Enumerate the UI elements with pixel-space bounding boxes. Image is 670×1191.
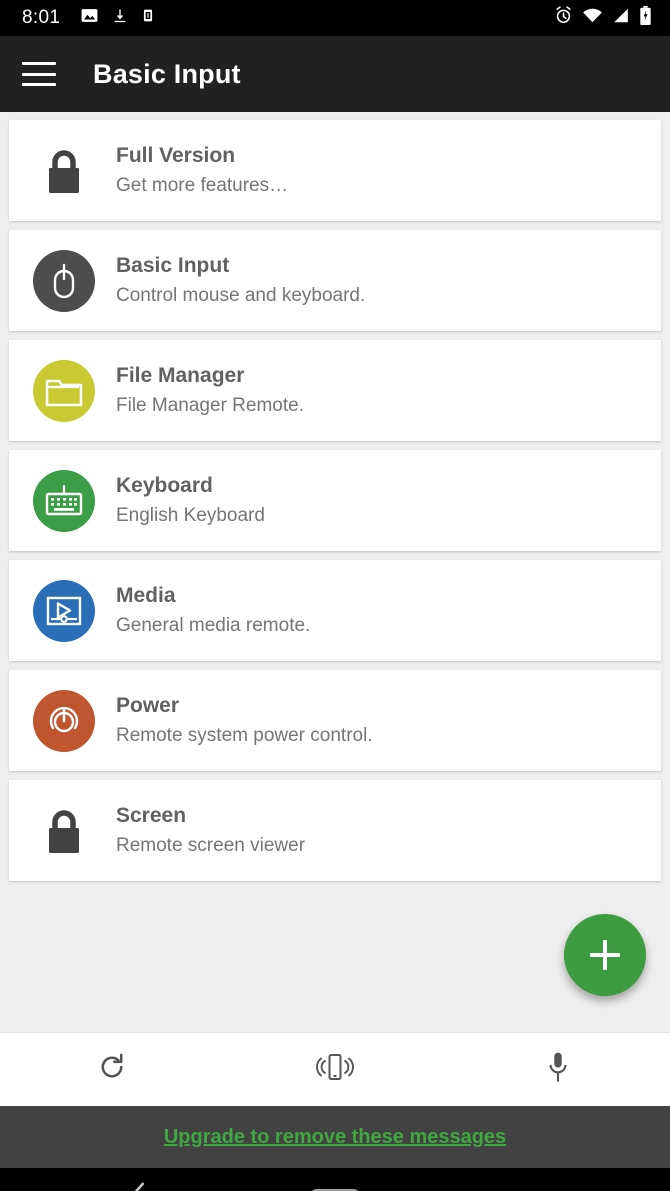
keyboard-icon xyxy=(33,469,95,532)
status-bar: 8:01 xyxy=(0,0,670,36)
refresh-button[interactable] xyxy=(0,1052,223,1087)
icon-slot xyxy=(31,578,97,644)
refresh-icon xyxy=(97,1052,127,1087)
list-item[interactable]: Basic Input Control mouse and keyboard. xyxy=(9,230,661,331)
list-item-subtitle: Remote screen viewer xyxy=(116,835,306,857)
list-item-subtitle: Remote system power control. xyxy=(116,725,373,747)
folder-icon xyxy=(33,359,95,422)
bottom-toolbar xyxy=(0,1032,670,1106)
icon-slot xyxy=(31,358,97,424)
app-bar: Basic Input xyxy=(0,36,670,112)
upgrade-banner: Upgrade to remove these messages xyxy=(0,1106,670,1168)
list-item-text: Power Remote system power control. xyxy=(116,693,373,748)
system-nav-bar xyxy=(0,1168,670,1191)
list-item-title: Keyboard xyxy=(116,474,213,497)
lock-icon xyxy=(31,798,97,864)
list-item-title: Power xyxy=(116,694,180,717)
image-icon xyxy=(80,6,99,30)
list-item[interactable]: Power Remote system power control. xyxy=(9,670,661,771)
icon-slot xyxy=(31,248,97,314)
icon-slot xyxy=(31,688,97,754)
microphone-icon xyxy=(545,1051,571,1088)
phone-screen: 8:01 Basic Input Full Version Get more f… xyxy=(0,0,670,1191)
list-item[interactable]: Media General media remote. xyxy=(9,560,661,661)
list-item-text: Media General media remote. xyxy=(116,583,310,638)
upgrade-link[interactable]: Upgrade to remove these messages xyxy=(164,1126,506,1149)
sim-card-icon xyxy=(141,6,155,30)
list-item-text: File Manager File Manager Remote. xyxy=(116,363,304,418)
media-player-icon xyxy=(33,579,95,642)
card-list: Full Version Get more features… Basic In… xyxy=(0,112,670,1032)
add-fab-button[interactable] xyxy=(564,914,646,996)
list-item-subtitle: English Keyboard xyxy=(116,505,265,527)
list-item-title: Screen xyxy=(116,804,187,827)
voice-input-button[interactable] xyxy=(447,1051,670,1088)
vibrate-device-button[interactable] xyxy=(223,1052,446,1087)
hamburger-menu-icon[interactable] xyxy=(22,62,56,86)
list-item-subtitle: Get more features… xyxy=(116,175,289,197)
list-item[interactable]: File Manager File Manager Remote. xyxy=(9,340,661,441)
list-item-title: Basic Input xyxy=(116,254,230,277)
list-item-text: Keyboard English Keyboard xyxy=(116,473,265,528)
list-item-subtitle: General media remote. xyxy=(116,615,311,637)
list-item-title: Media xyxy=(116,584,176,607)
battery-charging-icon xyxy=(639,6,652,30)
list-item-title: Full Version xyxy=(116,144,236,167)
status-bar-left-icons xyxy=(80,6,155,30)
icon-slot xyxy=(31,468,97,534)
lock-icon xyxy=(31,138,97,204)
mouse-icon xyxy=(33,249,95,312)
page-title: Basic Input xyxy=(93,58,241,89)
alarm-icon xyxy=(554,6,573,30)
plus-icon-bar xyxy=(590,953,620,957)
power-icon xyxy=(33,689,95,752)
list-item-subtitle: Control mouse and keyboard. xyxy=(116,285,366,307)
list-item-title: File Manager xyxy=(116,364,245,387)
list-item-text: Full Version Get more features… xyxy=(116,143,288,198)
status-bar-clock: 8:01 xyxy=(22,7,61,28)
cellular-signal-icon xyxy=(612,7,630,29)
list-item-subtitle: File Manager Remote. xyxy=(116,395,304,417)
list-item[interactable]: Full Version Get more features… xyxy=(9,120,661,221)
list-item-text: Screen Remote screen viewer xyxy=(116,803,305,858)
vibrate-device-icon xyxy=(314,1052,356,1087)
wifi-icon xyxy=(582,7,603,29)
list-item-text: Basic Input Control mouse and keyboard. xyxy=(116,253,365,308)
status-bar-right-icons xyxy=(554,6,652,30)
download-icon xyxy=(112,6,128,30)
back-chevron-icon[interactable] xyxy=(128,1182,148,1191)
list-item[interactable]: Screen Remote screen viewer xyxy=(9,780,661,881)
list-item[interactable]: Keyboard English Keyboard xyxy=(9,450,661,551)
